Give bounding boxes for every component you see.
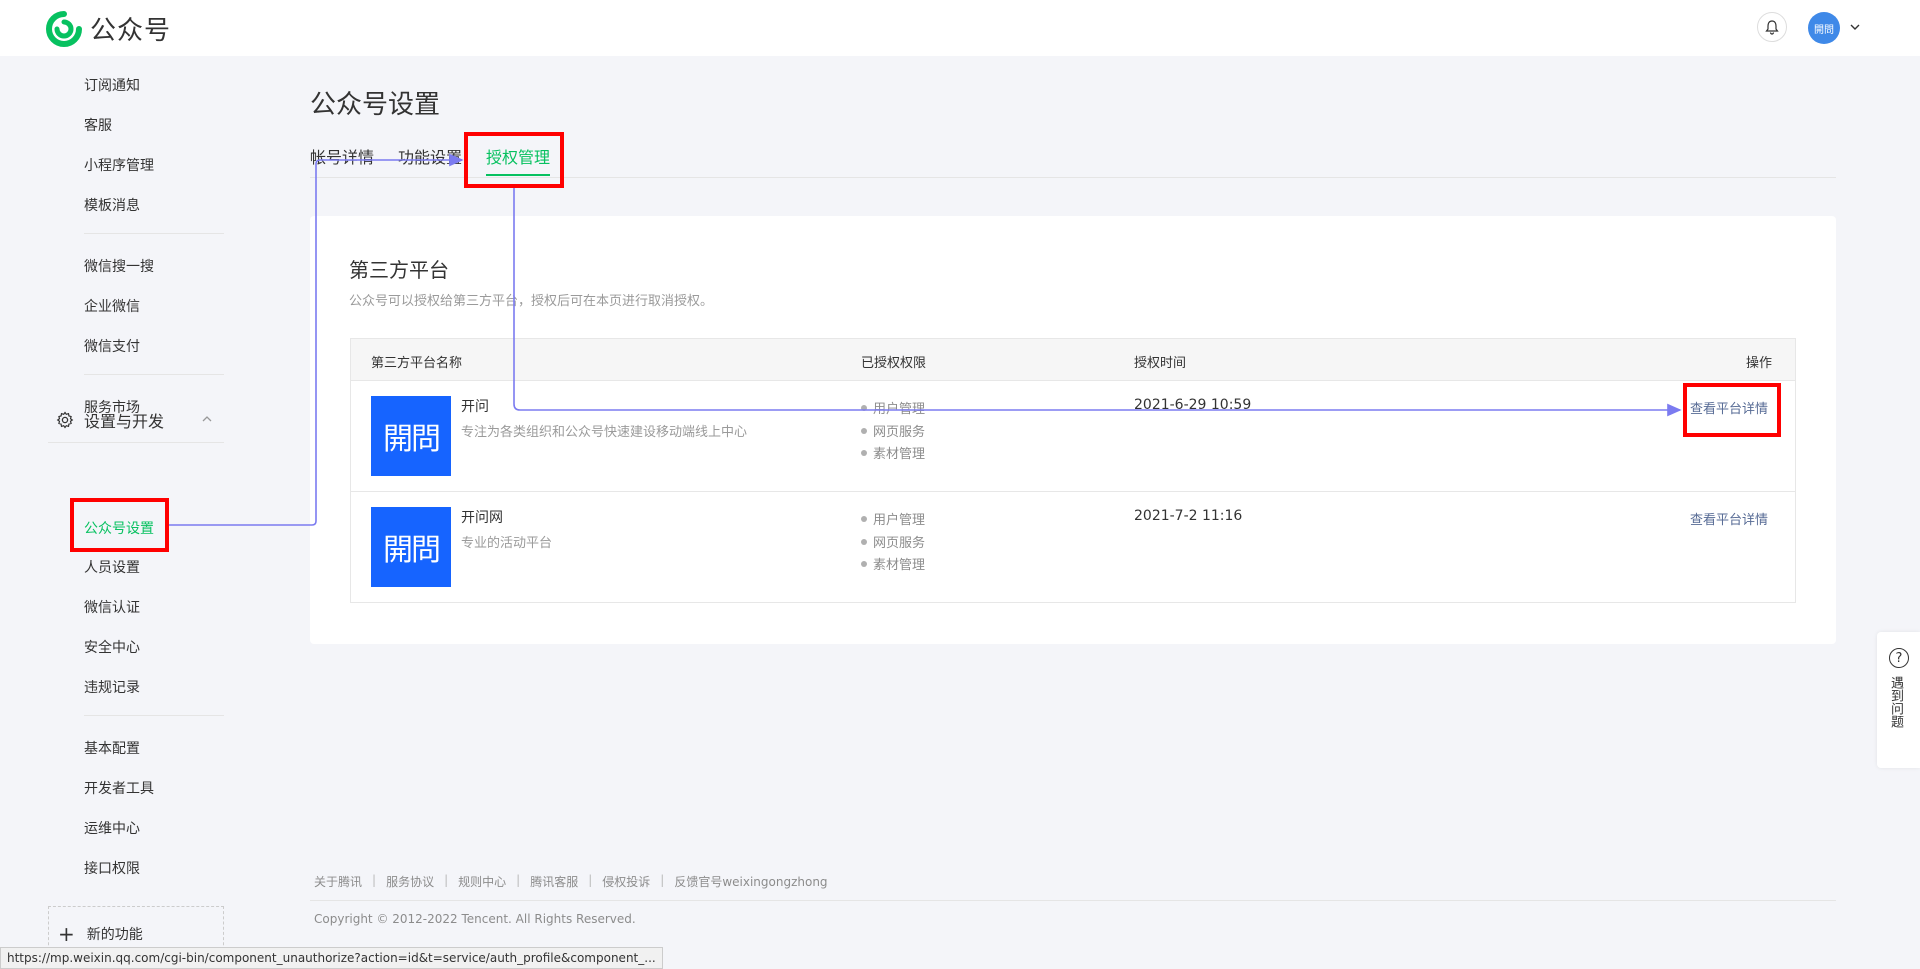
plus-icon: + <box>58 922 75 946</box>
logo-text: 公众号 <box>90 16 172 46</box>
view-platform-details-link[interactable]: 查看平台详情 <box>1690 509 1768 528</box>
platform-name: 开问网 <box>461 510 503 526</box>
chevron-down-icon[interactable] <box>1848 20 1862 34</box>
panel-description: 公众号可以授权给第三方平台，授权后可在本页进行取消授权。 <box>349 294 714 309</box>
footer-link[interactable]: 服务协议 <box>386 873 434 890</box>
sidebar-item-miniprogram[interactable]: 小程序管理 <box>84 155 154 175</box>
highlight-box-tab <box>464 132 564 188</box>
highlight-box-details-link <box>1683 383 1781 437</box>
sidebar-divider <box>84 233 224 234</box>
column-header-actions: 操作 <box>1746 356 1773 371</box>
permission-label: 用户管理 <box>873 402 926 417</box>
permission-item: 用户管理 <box>861 509 925 528</box>
platform-logo: 開問 <box>371 396 451 476</box>
sidebar-item-subscribe-notice[interactable]: 订阅通知 <box>84 75 140 95</box>
sidebar-divider <box>48 442 224 443</box>
sidebar-item-wechat-pay[interactable]: 微信支付 <box>84 336 140 356</box>
highlight-box-sidebar <box>70 498 169 552</box>
footer-separator: | <box>372 873 377 887</box>
page-title: 公众号设置 <box>310 90 441 120</box>
permission-item: 素材管理 <box>861 554 925 573</box>
sidebar-item-violation-records[interactable]: 违规记录 <box>84 677 140 697</box>
new-feature-button[interactable]: + 新的功能 <box>58 924 143 944</box>
copyright: Copyright © 2012-2022 Tencent. All Right… <box>314 912 636 926</box>
auth-time: 2021-7-2 11:16 <box>1134 508 1243 524</box>
sidebar-item-ops-center[interactable]: 运维中心 <box>84 818 140 838</box>
sidebar-item-customer-service[interactable]: 客服 <box>84 115 112 135</box>
wechat-mp-logo-icon <box>46 10 82 47</box>
sidebar-group-title: 设置与开发 <box>84 412 165 431</box>
tab-account-details[interactable]: 帐号详情 <box>310 144 374 168</box>
row-divider <box>351 491 1795 492</box>
footer-link[interactable]: 腾讯客服 <box>530 873 578 890</box>
question-icon[interactable]: ? <box>1889 648 1909 668</box>
sidebar-item-security-center[interactable]: 安全中心 <box>84 637 140 657</box>
footer-link[interactable]: 关于腾讯 <box>314 873 362 890</box>
footer-link[interactable]: 规则中心 <box>458 873 506 890</box>
platform-name: 开问 <box>461 399 489 415</box>
status-bar-url: https://mp.weixin.qq.com/cgi-bin/compone… <box>0 947 663 969</box>
bullet-dot <box>861 515 867 522</box>
platform-description: 专业的活动平台 <box>461 536 553 551</box>
chevron-up-icon[interactable] <box>200 412 214 426</box>
bullet-dot <box>861 404 867 411</box>
sidebar-item-developer-tools[interactable]: 开发者工具 <box>84 778 154 798</box>
panel-title: 第三方平台 <box>349 258 449 282</box>
sidebar-item-member-settings[interactable]: 人员设置 <box>84 557 140 577</box>
footer-divider <box>310 900 1836 901</box>
permission-label: 素材管理 <box>873 558 926 573</box>
platform-description: 专注为各类组织和公众号快速建设移动端线上中心 <box>461 425 748 440</box>
gear-icon <box>56 411 74 429</box>
sidebar-item-basic-config[interactable]: 基本配置 <box>84 738 140 758</box>
permission-item: 素材管理 <box>861 443 925 462</box>
footer-link[interactable]: 反馈官号weixingongzhong <box>674 873 827 890</box>
sidebar-item-api-permissions[interactable]: 接口权限 <box>84 858 140 878</box>
bullet-dot <box>861 449 867 456</box>
sidebar-item-template-message[interactable]: 模板消息 <box>84 195 140 215</box>
sidebar-item-wechat-search[interactable]: 微信搜一搜 <box>84 256 154 276</box>
permission-label: 素材管理 <box>873 447 926 462</box>
sidebar-divider <box>84 715 224 716</box>
permission-label: 网页服务 <box>873 536 926 551</box>
avatar[interactable]: 開問 <box>1808 12 1840 44</box>
bullet-dot <box>861 427 867 434</box>
bell-icon <box>1765 20 1779 35</box>
logo[interactable]: 公众号 <box>46 10 171 47</box>
tab-function-settings[interactable]: 功能设置 <box>398 144 462 168</box>
column-header-platform-name: 第三方平台名称 <box>371 356 463 371</box>
permission-item: 网页服务 <box>861 532 925 551</box>
footer-separator: | <box>444 873 449 887</box>
footer-link[interactable]: 侵权投诉 <box>602 873 650 890</box>
top-bar: 公众号 開問 <box>0 0 1920 56</box>
sidebar-divider <box>84 374 224 375</box>
auth-time: 2021-6-29 10:59 <box>1134 397 1252 413</box>
column-header-auth-time: 授权时间 <box>1134 356 1187 371</box>
platform-logo: 開問 <box>371 507 451 587</box>
permission-item: 网页服务 <box>861 421 925 440</box>
new-feature-label: 新的功能 <box>86 927 143 943</box>
footer-separator: | <box>588 873 593 887</box>
permission-label: 网页服务 <box>873 425 926 440</box>
notification-bell-icon[interactable] <box>1757 12 1787 42</box>
sidebar-group-settings-dev[interactable]: 设置与开发 <box>56 408 164 432</box>
help-label[interactable]: 遇到问题 <box>1888 676 1905 728</box>
bullet-dot <box>861 538 867 545</box>
footer-separator: | <box>660 873 665 887</box>
sidebar-item-wechat-verify[interactable]: 微信认证 <box>84 597 140 617</box>
table-header <box>351 339 1795 381</box>
footer-links: 关于腾讯 | 服务协议 | 规则中心 | 腾讯客服 | 侵权投诉 | 反馈官号w… <box>314 873 828 890</box>
footer-separator: | <box>516 873 521 887</box>
column-header-permissions: 已授权权限 <box>861 356 927 371</box>
permission-item: 用户管理 <box>861 398 925 417</box>
permission-label: 用户管理 <box>873 513 926 528</box>
sidebar-item-work-wechat[interactable]: 企业微信 <box>84 296 140 316</box>
bullet-dot <box>861 560 867 567</box>
